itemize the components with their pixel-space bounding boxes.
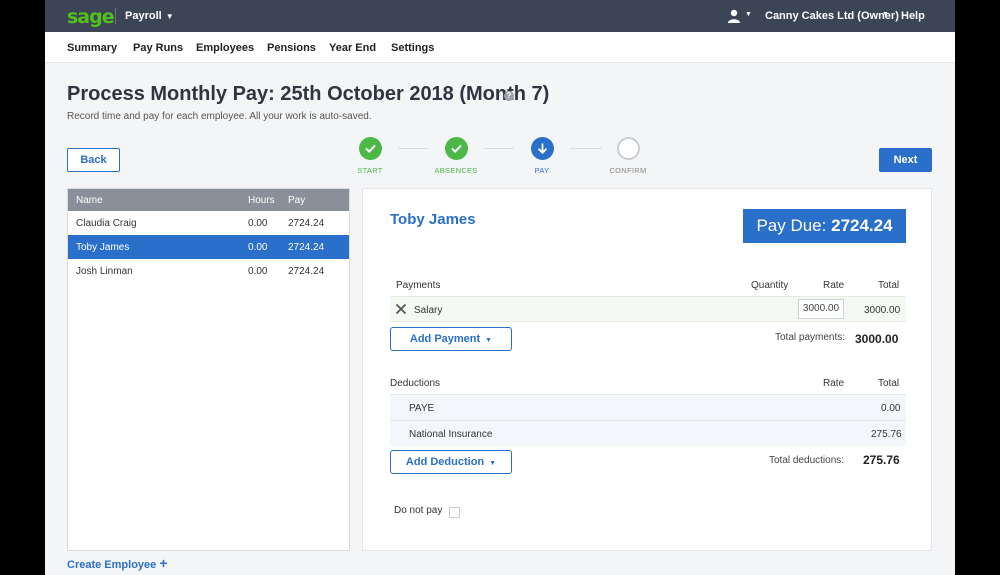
step-label: START — [357, 166, 383, 175]
company-menu[interactable]: Canny Cakes Ltd (Owner) — [765, 10, 899, 22]
employee-row-selected[interactable]: Toby James 0.00 2724.24 — [68, 235, 349, 259]
caret-down-icon[interactable]: ▼ — [882, 11, 889, 18]
page-title: Process Monthly Pay: 25th October 2018 (… — [67, 83, 550, 105]
total-payments-value: 3000.00 — [855, 332, 899, 346]
product-menu[interactable]: Payroll ▼ — [125, 10, 174, 22]
rate-column: Rate — [823, 280, 845, 291]
help-icon[interactable]: ? — [504, 91, 514, 101]
total-column: Total — [878, 280, 900, 291]
deduction-total: 0.00 — [881, 403, 901, 414]
top-bar: sage Payroll ▼ ▼ Canny Cakes Ltd (Owner) … — [45, 0, 955, 32]
next-button[interactable]: Next — [879, 148, 932, 172]
user-icon[interactable] — [728, 9, 740, 23]
sage-logo[interactable]: sage — [67, 6, 115, 28]
main-nav: Summary Pay Runs Employees Pensions Year… — [45, 32, 955, 63]
nav-summary[interactable]: Summary — [67, 42, 117, 54]
pay-due-label: Pay Due: — [756, 216, 827, 235]
create-employee-link[interactable]: Create Employee + — [67, 555, 168, 571]
step-absences: ABSENCES — [426, 137, 486, 175]
total-deductions-value: 275.76 — [863, 453, 900, 467]
employee-row[interactable]: Claudia Craig 0.00 2724.24 — [68, 211, 349, 235]
step-connector — [484, 148, 514, 149]
do-not-pay-label: Do not pay — [394, 505, 443, 516]
step-connector — [398, 148, 428, 149]
pay-due-value: 2724.24 — [831, 216, 893, 235]
payroll-app: sage Payroll ▼ ▼ Canny Cakes Ltd (Owner) … — [45, 0, 955, 575]
deduction-total-column: Total — [878, 378, 900, 389]
nav-settings[interactable]: Settings — [391, 42, 434, 54]
create-employee-label: Create Employee — [67, 559, 157, 571]
employee-pay: 2724.24 — [288, 266, 325, 277]
step-label: PAY — [534, 166, 550, 175]
do-not-pay-checkbox[interactable] — [449, 507, 460, 518]
payment-row: Salary 3000.00 3000.00 — [390, 296, 906, 322]
caret-down-icon: ▼ — [489, 460, 497, 467]
pay-detail-panel: Toby James Pay Due: 2724.24 Payments Qua… — [362, 188, 932, 551]
deduction-rate-column: Rate — [823, 378, 845, 389]
product-label: Payroll — [125, 10, 162, 22]
step-start: START — [340, 137, 400, 175]
close-icon[interactable] — [395, 303, 407, 315]
payment-total: 3000.00 — [864, 305, 901, 316]
deduction-name: National Insurance — [409, 429, 493, 440]
step-pay: PAY — [512, 137, 572, 175]
back-button[interactable]: Back — [67, 148, 120, 172]
employee-list-header: Name Hours Pay — [68, 189, 349, 211]
add-payment-label: Add Payment — [409, 333, 481, 345]
pending-circle-icon — [616, 137, 640, 160]
add-deduction-label: Add Deduction — [405, 456, 485, 468]
employee-list: Name Hours Pay Claudia Craig 0.00 2724.2… — [67, 188, 350, 551]
nav-pay-runs[interactable]: Pay Runs — [133, 42, 183, 54]
employee-hours: 0.00 — [248, 218, 268, 229]
add-deduction-button[interactable]: Add Deduction ▼ — [390, 450, 512, 474]
nav-pensions[interactable]: Pensions — [267, 42, 316, 54]
total-deductions-label: Total deductions: — [769, 455, 845, 466]
arrow-down-icon — [530, 137, 554, 160]
payment-name: Salary — [414, 305, 443, 316]
help-link[interactable]: Help — [901, 10, 925, 22]
check-icon — [444, 137, 468, 160]
employee-hours: 0.00 — [248, 266, 268, 277]
column-hours: Hours — [248, 195, 275, 206]
employee-pay: 2724.24 — [288, 242, 325, 253]
rate-input[interactable]: 3000.00 — [798, 299, 844, 319]
payments-heading: Payments — [396, 280, 441, 291]
step-label: ABSENCES — [434, 166, 478, 175]
employee-hours: 0.00 — [248, 242, 268, 253]
deduction-name: PAYE — [409, 403, 435, 414]
employee-name: Claudia Craig — [76, 218, 137, 229]
caret-down-icon[interactable]: ▼ — [745, 11, 752, 18]
quantity-column: Quantity — [751, 280, 789, 291]
nav-employees[interactable]: Employees — [196, 42, 254, 54]
step-label: CONFIRM — [609, 166, 647, 175]
deduction-row: PAYE 0.00 — [390, 394, 906, 420]
employee-name: Toby James — [76, 242, 130, 253]
add-payment-button[interactable]: Add Payment ▼ — [390, 327, 512, 351]
step-confirm: CONFIRM — [598, 137, 658, 175]
page-subtitle: Record time and pay for each employee. A… — [67, 111, 372, 122]
column-pay: Pay — [288, 195, 306, 206]
employee-row[interactable]: Josh Linman 0.00 2724.24 — [68, 259, 349, 283]
deduction-row: National Insurance 275.76 — [390, 420, 906, 446]
employee-heading: Toby James — [390, 211, 476, 228]
deduction-total: 275.76 — [871, 429, 902, 440]
topbar-divider — [115, 8, 116, 24]
caret-down-icon: ▼ — [485, 337, 493, 344]
pay-due-badge: Pay Due: 2724.24 — [743, 209, 906, 243]
column-name: Name — [76, 195, 103, 206]
deductions-heading: Deductions — [390, 378, 441, 389]
caret-down-icon: ▼ — [165, 12, 174, 21]
total-payments-label: Total payments: — [775, 332, 846, 343]
employee-pay: 2724.24 — [288, 218, 325, 229]
check-icon — [358, 137, 382, 160]
plus-icon: + — [159, 555, 168, 571]
nav-year-end[interactable]: Year End — [329, 42, 376, 54]
employee-name: Josh Linman — [76, 266, 133, 277]
